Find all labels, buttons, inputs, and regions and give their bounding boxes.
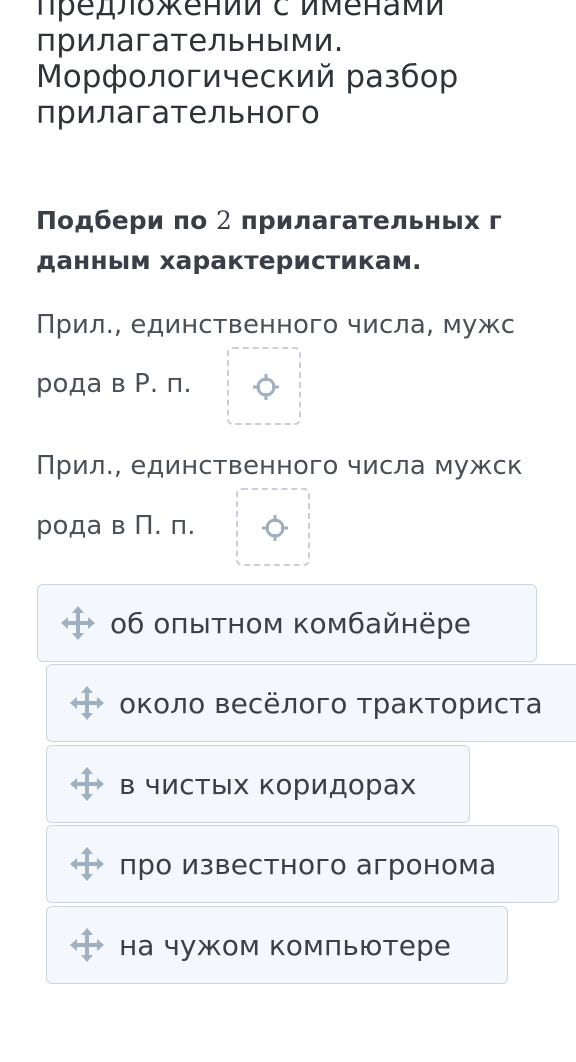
lesson-title: предложений с именами прилагательными. М… xyxy=(36,0,459,131)
task-prefix: Подбери по xyxy=(36,206,216,235)
question-1-line-2: рода в Р. п. xyxy=(36,369,192,399)
answer-option-2-label: около весёлого тракториста xyxy=(119,686,543,720)
task-instruction: Подбери по 2 прилагательных г данным хар… xyxy=(36,201,576,281)
drop-zone-1[interactable] xyxy=(227,347,301,425)
crosshair-icon xyxy=(262,515,288,541)
answer-option-5-label: на чужом компьютере xyxy=(119,928,451,962)
answer-option-1[interactable]: об опытном комбайнёре xyxy=(37,584,537,662)
answer-option-2[interactable]: около весёлого тракториста xyxy=(46,664,576,742)
move-icon xyxy=(61,606,95,640)
task-line-2: данным характеристикам. xyxy=(36,246,422,275)
move-icon xyxy=(70,928,104,962)
answer-option-1-label: об опытном комбайнёре xyxy=(110,606,471,640)
move-icon xyxy=(70,767,104,801)
question-2-line-1: Прил., единственного числа мужск xyxy=(36,451,523,481)
answer-option-5[interactable]: на чужом компьютере xyxy=(46,906,508,984)
task-count: 2 xyxy=(215,206,232,235)
drop-zone-2[interactable] xyxy=(236,488,310,566)
crosshair-icon xyxy=(253,374,279,400)
question-1-line-1: Прил., единственного числа, мужс xyxy=(36,310,516,340)
move-icon xyxy=(70,686,104,720)
answer-option-4-label: про известного агронома xyxy=(119,847,497,881)
answer-option-3[interactable]: в чистых коридорах xyxy=(46,745,470,823)
move-icon xyxy=(70,847,104,881)
answer-option-3-label: в чистых коридорах xyxy=(119,767,417,801)
question-2-line-2: рода в П. п. xyxy=(36,511,196,541)
answer-option-4[interactable]: про известного агронома xyxy=(46,825,559,903)
task-suffix: прилагательных г xyxy=(231,206,502,235)
